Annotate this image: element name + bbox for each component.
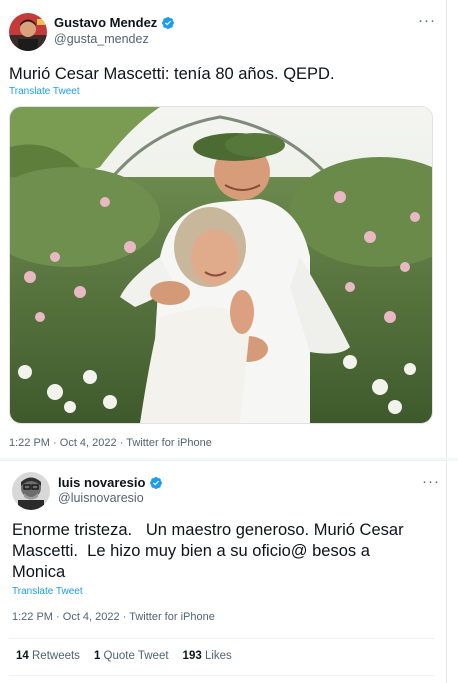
tweet-date: Oct 4, 2022 [62, 611, 120, 623]
avatar-gustavo[interactable] [9, 13, 47, 51]
translate-tweet-link[interactable]: Translate Tweet [9, 86, 80, 97]
avatar-image [12, 472, 50, 510]
quote-tweets-stat[interactable]: 1 Quote Tweet [94, 650, 169, 662]
verified-badge-icon [162, 16, 175, 29]
tweet-text: Murió Cesar Mascetti: tenía 80 años. QEP… [9, 65, 335, 83]
tweet-time: 1:22 PM [9, 437, 50, 449]
retweets-count: 14 [16, 650, 29, 662]
tweet-photo[interactable] [9, 106, 433, 424]
more-options-icon[interactable]: ··· [422, 473, 440, 490]
author-row: Gustavo Mendez [54, 15, 175, 30]
likes-label: Likes [204, 650, 232, 662]
verified-badge-icon [150, 476, 163, 489]
tweet-source: Twitter for iPhone [126, 437, 212, 449]
stats-divider-top [9, 638, 435, 639]
tweet-timestamp[interactable]: 1:22 PM · Oct 4, 2022 · Twitter for iPho… [9, 437, 212, 449]
tweet-date: Oct 4, 2022 [59, 437, 117, 449]
translate-tweet-link[interactable]: Translate Tweet [12, 586, 83, 597]
engagement-stats: 14 Retweets 1 Quote Tweet 193 Likes [16, 650, 232, 662]
likes-stat[interactable]: 193 Likes [183, 650, 232, 662]
quotes-count: 1 [93, 650, 101, 662]
tweet-card-1: Gustavo Mendez @gusta_mendez ··· Murió C… [0, 0, 447, 458]
retweets-label: Retweets [32, 650, 80, 662]
likes-count: 193 [182, 650, 202, 662]
tweet-time: 1:22 PM [12, 611, 53, 623]
display-name[interactable]: Gustavo Mendez [54, 15, 157, 30]
quotes-label: Quote Tweet [103, 650, 169, 662]
meta-separator: · [119, 437, 124, 449]
meta-separator: · [122, 611, 127, 623]
photo-couple-garden [10, 107, 432, 423]
avatar-image [9, 13, 47, 51]
more-options-icon[interactable]: ··· [418, 12, 436, 29]
meta-separator: · [53, 437, 57, 449]
stats-divider-bottom [9, 675, 435, 676]
author-row: luis novaresio [58, 475, 163, 490]
tweet-text-line: Monica [12, 563, 66, 581]
tweet-timestamp[interactable]: 1:22 PM · Oct 4, 2022 · Twitter for iPho… [12, 611, 215, 623]
tweet-source: Twitter for iPhone [129, 611, 215, 623]
handle[interactable]: @gusta_mendez [54, 32, 149, 46]
meta-separator: · [56, 611, 60, 623]
tweet-text-line: Enorme tristeza. Un maestro generoso. Mu… [12, 521, 404, 539]
tweet-text: Enorme tristeza. Un maestro generoso. Mu… [12, 520, 442, 583]
handle[interactable]: @luisnovaresio [58, 491, 144, 505]
tweet-text-line: Mascetti. Le hizo muy bien a su oficio@ … [12, 542, 370, 560]
retweets-stat[interactable]: 14 Retweets [16, 650, 80, 662]
avatar-luis[interactable] [12, 472, 50, 510]
display-name[interactable]: luis novaresio [58, 475, 145, 490]
